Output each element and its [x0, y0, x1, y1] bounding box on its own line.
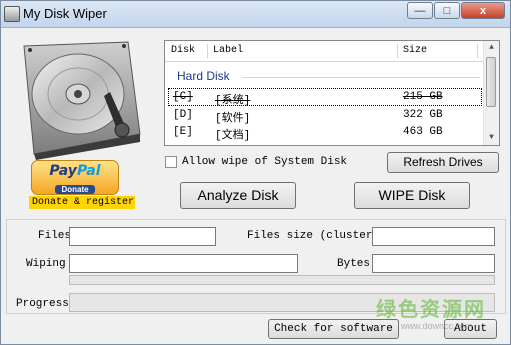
disk-size: 322 GB — [403, 109, 443, 121]
wiping-progress-bar — [69, 275, 495, 285]
paypal-logo-pal: Pal — [76, 163, 101, 179]
paypal-donate-text: Donate — [55, 185, 95, 194]
files-label: Files — [38, 230, 72, 242]
wipe-disk-button[interactable]: WIPE Disk — [354, 182, 470, 209]
paypal-logo: PayPal — [32, 163, 118, 179]
wiping-field — [69, 254, 298, 273]
maximize-button[interactable]: □ — [434, 2, 460, 19]
column-divider[interactable] — [477, 44, 478, 58]
allow-system-wipe-checkbox[interactable] — [165, 156, 177, 168]
minimize-button[interactable]: — — [407, 2, 433, 19]
close-button[interactable]: x — [461, 2, 505, 19]
column-disk[interactable]: Disk — [171, 45, 195, 56]
group-divider — [242, 77, 480, 78]
column-label[interactable]: Label — [213, 45, 243, 56]
disk-row[interactable]: [D] [软件] 322 GB — [169, 107, 481, 125]
disk-size: 463 GB — [403, 126, 443, 138]
watermark-text: 绿色资源网 — [376, 297, 486, 321]
disk-row[interactable]: [E] [文档] 463 GB — [169, 124, 481, 142]
disk-letter: [E] — [173, 126, 193, 138]
watermark-url: www.downcc.com — [401, 321, 473, 331]
donate-register-link[interactable]: Donate & register — [29, 196, 135, 209]
files-field — [69, 227, 216, 246]
disk-label: [文档] — [215, 130, 251, 142]
scroll-up-arrow-icon[interactable]: ▲ — [484, 41, 499, 55]
disk-list-scrollbar[interactable]: ▲ ▼ — [483, 41, 499, 145]
paypal-logo-pay: Pay — [49, 163, 77, 179]
disk-label: [系统] — [215, 95, 251, 107]
files-size-label: Files size (cluster, — [247, 230, 380, 242]
bytes-label: Bytes — [337, 258, 371, 270]
title-bar[interactable]: My Disk Wiper — □ x — [1, 1, 510, 28]
disk-list[interactable]: Disk Label Size Hard Disk [C] [系统] 215 G… — [164, 40, 500, 146]
disk-size: 215 GB — [403, 91, 443, 103]
bytes-field — [372, 254, 495, 273]
scroll-down-arrow-icon[interactable]: ▼ — [484, 131, 499, 145]
disk-label: [软件] — [215, 113, 251, 125]
disk-row[interactable]: [C] [系统] 215 GB — [168, 88, 482, 107]
disk-letter: [D] — [173, 109, 193, 121]
hard-disk-icon — [23, 41, 141, 160]
files-size-field — [372, 227, 495, 246]
app-disk-icon — [4, 6, 20, 22]
column-divider[interactable] — [207, 44, 208, 58]
analyze-disk-button[interactable]: Analyze Disk — [180, 182, 296, 209]
window-title: My Disk Wiper — [23, 6, 107, 21]
check-for-software-button[interactable]: Check for software — [268, 319, 399, 339]
column-size[interactable]: Size — [403, 45, 427, 56]
progress-label: Progress — [16, 298, 69, 310]
column-divider[interactable] — [397, 44, 398, 58]
allow-system-wipe-label[interactable]: Allow wipe of System Disk — [182, 156, 347, 168]
refresh-drives-button[interactable]: Refresh Drives — [387, 152, 499, 173]
disk-list-header: Disk Label Size — [165, 41, 485, 62]
paypal-donate-button[interactable]: PayPal Donate — [31, 160, 119, 195]
app-window: My Disk Wiper — □ x PayPal Donate Donate… — [0, 0, 511, 345]
group-header-hard-disk: Hard Disk — [177, 69, 230, 83]
disk-letter: [C] — [173, 91, 193, 103]
wiping-label: Wiping — [26, 258, 66, 270]
scroll-thumb[interactable] — [486, 57, 496, 107]
